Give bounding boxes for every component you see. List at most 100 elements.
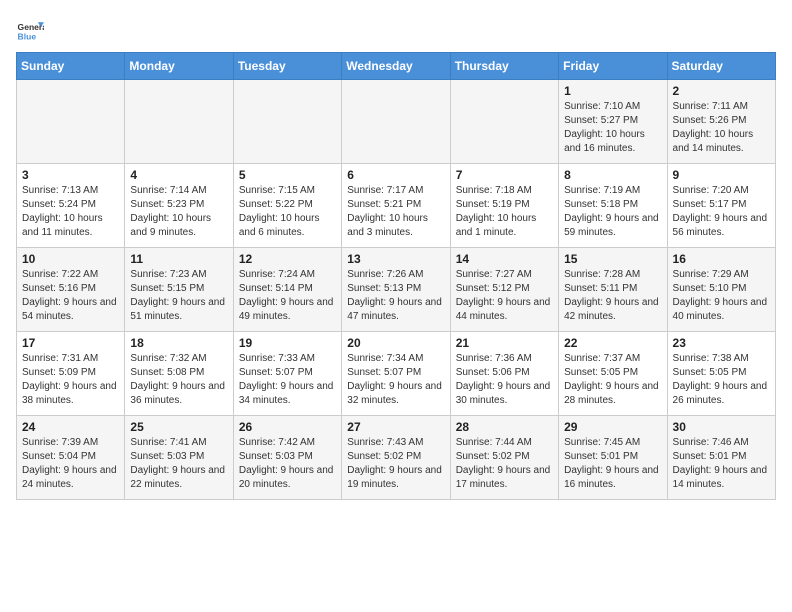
weekday-header-sunday: Sunday bbox=[17, 53, 125, 80]
day-number: 16 bbox=[673, 252, 770, 266]
day-info: Sunrise: 7:11 AM Sunset: 5:26 PM Dayligh… bbox=[673, 100, 770, 156]
day-number: 21 bbox=[456, 336, 553, 350]
calendar-cell: 4 Sunrise: 7:14 AM Sunset: 5:23 PM Daylig… bbox=[125, 164, 233, 248]
day-number: 29 bbox=[564, 420, 661, 434]
day-number: 23 bbox=[673, 336, 770, 350]
calendar-cell: 5Sunrise: 7:15 AM Sunset: 5:22 PM Daylig… bbox=[233, 164, 341, 248]
calendar-cell: 10 Sunrise: 7:22 AM Sunset: 5:16 PM Dayli… bbox=[17, 248, 125, 332]
calendar-cell: 27Sunrise: 7:43 AM Sunset: 5:02 PM Dayli… bbox=[342, 416, 450, 500]
day-number: 7 bbox=[456, 168, 553, 182]
svg-text:Blue: Blue bbox=[18, 31, 37, 41]
weekday-header-row: SundayMondayTuesdayWednesdayThursdayFrid… bbox=[17, 53, 776, 80]
calendar-cell bbox=[125, 80, 233, 164]
day-number: 22 bbox=[564, 336, 661, 350]
day-number: 25 bbox=[130, 420, 227, 434]
calendar-cell: 28Sunrise: 7:44 AM Sunset: 5:02 PM Dayli… bbox=[450, 416, 558, 500]
calendar-cell: 30 Sunrise: 7:46 AM Sunset: 5:01 PM Dayli… bbox=[667, 416, 775, 500]
day-info: Sunrise: 7:13 AM Sunset: 5:24 PM Dayligh… bbox=[22, 184, 119, 240]
day-info: Sunrise: 7:27 AM Sunset: 5:12 PM Dayligh… bbox=[456, 268, 553, 324]
calendar-cell: 23Sunrise: 7:38 AM Sunset: 5:05 PM Dayli… bbox=[667, 332, 775, 416]
calendar-cell: 6Sunrise: 7:17 AM Sunset: 5:21 PM Daylig… bbox=[342, 164, 450, 248]
day-number: 8 bbox=[564, 168, 661, 182]
weekday-header-monday: Monday bbox=[125, 53, 233, 80]
calendar-week-1: 1Sunrise: 7:10 AM Sunset: 5:27 PM Daylig… bbox=[17, 80, 776, 164]
day-info: Sunrise: 7:19 AM Sunset: 5:18 PM Dayligh… bbox=[564, 184, 661, 240]
calendar-week-3: 10 Sunrise: 7:22 AM Sunset: 5:16 PM Dayli… bbox=[17, 248, 776, 332]
day-info: Sunrise: 7:26 AM Sunset: 5:13 PM Dayligh… bbox=[347, 268, 444, 324]
calendar-cell: 7 Sunrise: 7:18 AM Sunset: 5:19 PM Daylig… bbox=[450, 164, 558, 248]
day-info: Sunrise: 7:33 AM Sunset: 5:07 PM Dayligh… bbox=[239, 352, 336, 408]
calendar-cell: 16 Sunrise: 7:29 AM Sunset: 5:10 PM Dayli… bbox=[667, 248, 775, 332]
day-number: 24 bbox=[22, 420, 119, 434]
day-number: 18 bbox=[130, 336, 227, 350]
calendar-cell: 13 Sunrise: 7:26 AM Sunset: 5:13 PM Dayli… bbox=[342, 248, 450, 332]
weekday-header-tuesday: Tuesday bbox=[233, 53, 341, 80]
day-number: 9 bbox=[673, 168, 770, 182]
day-info: Sunrise: 7:20 AM Sunset: 5:17 PM Dayligh… bbox=[673, 184, 770, 240]
day-info: Sunrise: 7:10 AM Sunset: 5:27 PM Dayligh… bbox=[564, 100, 661, 156]
calendar-cell: 17Sunrise: 7:31 AM Sunset: 5:09 PM Dayli… bbox=[17, 332, 125, 416]
weekday-header-friday: Friday bbox=[559, 53, 667, 80]
calendar-cell: 9 Sunrise: 7:20 AM Sunset: 5:17 PM Daylig… bbox=[667, 164, 775, 248]
day-number: 5 bbox=[239, 168, 336, 182]
day-info: Sunrise: 7:42 AM Sunset: 5:03 PM Dayligh… bbox=[239, 436, 336, 492]
calendar-cell: 3 Sunrise: 7:13 AM Sunset: 5:24 PM Daylig… bbox=[17, 164, 125, 248]
calendar-cell: 20 Sunrise: 7:34 AM Sunset: 5:07 PM Dayli… bbox=[342, 332, 450, 416]
calendar-cell: 24 Sunrise: 7:39 AM Sunset: 5:04 PM Dayli… bbox=[17, 416, 125, 500]
day-number: 19 bbox=[239, 336, 336, 350]
day-info: Sunrise: 7:24 AM Sunset: 5:14 PM Dayligh… bbox=[239, 268, 336, 324]
calendar-cell bbox=[233, 80, 341, 164]
day-number: 28 bbox=[456, 420, 553, 434]
weekday-header-saturday: Saturday bbox=[667, 53, 775, 80]
day-number: 10 bbox=[22, 252, 119, 266]
calendar-cell: 19 Sunrise: 7:33 AM Sunset: 5:07 PM Dayli… bbox=[233, 332, 341, 416]
day-info: Sunrise: 7:29 AM Sunset: 5:10 PM Dayligh… bbox=[673, 268, 770, 324]
day-info: Sunrise: 7:46 AM Sunset: 5:01 PM Dayligh… bbox=[673, 436, 770, 492]
day-info: Sunrise: 7:39 AM Sunset: 5:04 PM Dayligh… bbox=[22, 436, 119, 492]
calendar-cell: 26 Sunrise: 7:42 AM Sunset: 5:03 PM Dayli… bbox=[233, 416, 341, 500]
day-info: Sunrise: 7:14 AM Sunset: 5:23 PM Dayligh… bbox=[130, 184, 227, 240]
calendar-week-2: 3 Sunrise: 7:13 AM Sunset: 5:24 PM Daylig… bbox=[17, 164, 776, 248]
calendar-cell bbox=[450, 80, 558, 164]
page-header: General Blue bbox=[16, 16, 776, 44]
weekday-header-wednesday: Wednesday bbox=[342, 53, 450, 80]
day-number: 11 bbox=[130, 252, 227, 266]
day-info: Sunrise: 7:34 AM Sunset: 5:07 PM Dayligh… bbox=[347, 352, 444, 408]
calendar-cell: 18 Sunrise: 7:32 AM Sunset: 5:08 PM Dayli… bbox=[125, 332, 233, 416]
calendar-cell: 25 Sunrise: 7:41 AM Sunset: 5:03 PM Dayli… bbox=[125, 416, 233, 500]
calendar-cell: 15 Sunrise: 7:28 AM Sunset: 5:11 PM Dayli… bbox=[559, 248, 667, 332]
calendar-cell: 14Sunrise: 7:27 AM Sunset: 5:12 PM Dayli… bbox=[450, 248, 558, 332]
day-number: 20 bbox=[347, 336, 444, 350]
day-number: 3 bbox=[22, 168, 119, 182]
day-info: Sunrise: 7:18 AM Sunset: 5:19 PM Dayligh… bbox=[456, 184, 553, 240]
day-info: Sunrise: 7:41 AM Sunset: 5:03 PM Dayligh… bbox=[130, 436, 227, 492]
logo-icon: General Blue bbox=[16, 16, 44, 44]
day-number: 15 bbox=[564, 252, 661, 266]
day-info: Sunrise: 7:45 AM Sunset: 5:01 PM Dayligh… bbox=[564, 436, 661, 492]
day-info: Sunrise: 7:28 AM Sunset: 5:11 PM Dayligh… bbox=[564, 268, 661, 324]
day-info: Sunrise: 7:32 AM Sunset: 5:08 PM Dayligh… bbox=[130, 352, 227, 408]
day-info: Sunrise: 7:22 AM Sunset: 5:16 PM Dayligh… bbox=[22, 268, 119, 324]
day-number: 2 bbox=[673, 84, 770, 98]
day-number: 12 bbox=[239, 252, 336, 266]
day-number: 13 bbox=[347, 252, 444, 266]
calendar-cell: 29 Sunrise: 7:45 AM Sunset: 5:01 PM Dayli… bbox=[559, 416, 667, 500]
calendar-cell: 12 Sunrise: 7:24 AM Sunset: 5:14 PM Dayli… bbox=[233, 248, 341, 332]
day-info: Sunrise: 7:36 AM Sunset: 5:06 PM Dayligh… bbox=[456, 352, 553, 408]
day-number: 26 bbox=[239, 420, 336, 434]
calendar-cell: 22 Sunrise: 7:37 AM Sunset: 5:05 PM Dayli… bbox=[559, 332, 667, 416]
calendar-cell: 8 Sunrise: 7:19 AM Sunset: 5:18 PM Daylig… bbox=[559, 164, 667, 248]
day-number: 27 bbox=[347, 420, 444, 434]
day-info: Sunrise: 7:37 AM Sunset: 5:05 PM Dayligh… bbox=[564, 352, 661, 408]
day-number: 17 bbox=[22, 336, 119, 350]
calendar-cell: 2 Sunrise: 7:11 AM Sunset: 5:26 PM Daylig… bbox=[667, 80, 775, 164]
day-info: Sunrise: 7:23 AM Sunset: 5:15 PM Dayligh… bbox=[130, 268, 227, 324]
day-number: 4 bbox=[130, 168, 227, 182]
day-info: Sunrise: 7:17 AM Sunset: 5:21 PM Dayligh… bbox=[347, 184, 444, 240]
weekday-header-thursday: Thursday bbox=[450, 53, 558, 80]
calendar-cell: 1Sunrise: 7:10 AM Sunset: 5:27 PM Daylig… bbox=[559, 80, 667, 164]
calendar-table: SundayMondayTuesdayWednesdayThursdayFrid… bbox=[16, 52, 776, 500]
calendar-week-5: 24 Sunrise: 7:39 AM Sunset: 5:04 PM Dayli… bbox=[17, 416, 776, 500]
logo: General Blue bbox=[16, 16, 44, 44]
day-number: 30 bbox=[673, 420, 770, 434]
